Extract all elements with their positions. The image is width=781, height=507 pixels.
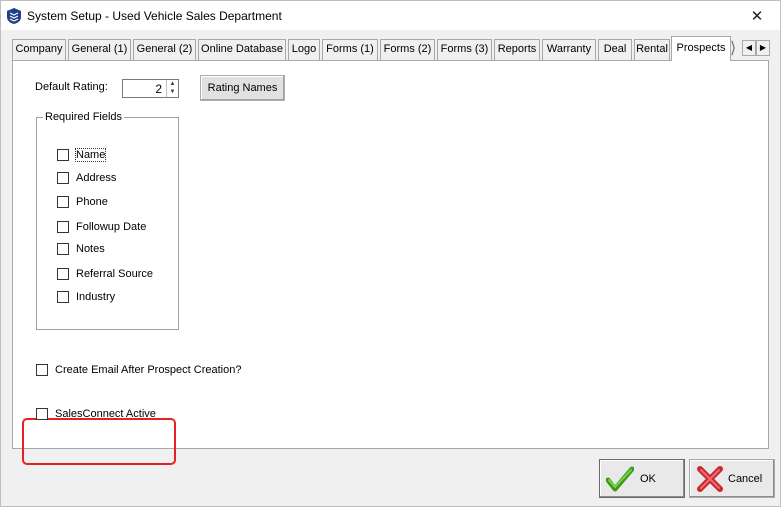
checkbox-label: Create Email After Prospect Creation? <box>55 364 242 376</box>
checkbox-label: Industry <box>76 291 116 303</box>
tab-strip: Company General (1) General (2) Online D… <box>12 36 770 61</box>
tab-forms-2[interactable]: Forms (2) <box>380 39 435 60</box>
highlight-box <box>22 418 176 465</box>
tab-scroll-left-button[interactable]: ◀ <box>742 40 756 56</box>
arrow-left-icon: ◀ <box>745 43 753 52</box>
checkbox-box[interactable] <box>57 221 69 233</box>
prospects-panel: Default Rating: 2 ▲ ▼ Rating Names Requi… <box>12 60 769 465</box>
title-bar: System Setup - Used Vehicle Sales Depart… <box>0 0 781 30</box>
checkbox-box[interactable] <box>57 172 69 184</box>
red-x-icon <box>697 466 723 492</box>
required-phone-checkbox[interactable]: Phone <box>57 195 108 209</box>
tab-scroll-right-button[interactable]: ▶ <box>756 40 770 56</box>
checkbox-label: SalesConnect Active <box>55 408 156 420</box>
app-shield-icon <box>7 8 21 24</box>
create-email-checkbox[interactable]: Create Email After Prospect Creation? <box>36 363 241 377</box>
checkbox-label: Notes <box>76 243 105 255</box>
salesconnect-active-checkbox[interactable]: SalesConnect Active <box>36 407 156 421</box>
default-rating-value[interactable]: 2 <box>155 82 162 96</box>
rating-names-button[interactable]: Rating Names <box>200 75 285 101</box>
checkmark-icon <box>606 466 634 492</box>
checkbox-box[interactable] <box>57 291 69 303</box>
spin-down-icon: ▼ <box>169 89 176 95</box>
window-title: System Setup - Used Vehicle Sales Depart… <box>27 9 282 23</box>
required-industry-checkbox[interactable]: Industry <box>57 290 115 304</box>
checkbox-box[interactable] <box>36 364 48 376</box>
checkbox-box[interactable] <box>57 243 69 255</box>
tab-rental[interactable]: Rental <box>634 39 670 60</box>
tab-reports[interactable]: Reports <box>494 39 540 60</box>
checkbox-label: Followup Date <box>76 221 147 233</box>
window-body: Company General (1) General (2) Online D… <box>0 30 781 507</box>
arrow-right-icon: ▶ <box>759 43 767 52</box>
spin-buttons: ▲ ▼ <box>166 80 178 97</box>
checkbox-box[interactable] <box>36 408 48 420</box>
spin-up-icon: ▲ <box>169 81 176 87</box>
checkbox-box[interactable] <box>57 196 69 208</box>
required-name-checkbox[interactable]: Name <box>57 148 107 162</box>
ok-label: OK <box>640 473 656 485</box>
checkbox-label: Address <box>76 172 117 184</box>
checkbox-label: Name <box>74 148 107 162</box>
tab-prospects[interactable]: Prospects <box>671 36 731 61</box>
close-icon: ✕ <box>750 8 764 25</box>
tab-logo[interactable]: Logo <box>288 39 320 60</box>
checkbox-box[interactable] <box>57 268 69 280</box>
tab-warranty[interactable]: Warranty <box>542 39 596 60</box>
tab-online-database[interactable]: Online Database <box>198 39 286 60</box>
required-notes-checkbox[interactable]: Notes <box>57 242 105 256</box>
cancel-label: Cancel <box>728 473 763 485</box>
default-rating-label: Default Rating: <box>35 81 108 93</box>
required-address-checkbox[interactable]: Address <box>57 171 116 185</box>
spin-up-button[interactable]: ▲ <box>167 80 178 88</box>
required-referral-source-checkbox[interactable]: Referral Source <box>57 267 153 281</box>
tab-deal[interactable]: Deal <box>598 39 632 60</box>
required-fields-group: Required Fields Name Address Phone Follo… <box>36 111 179 330</box>
tab-general-2[interactable]: General (2) <box>133 39 196 60</box>
required-fields-title: Required Fields <box>43 111 125 123</box>
close-button[interactable]: ✕ <box>734 1 780 31</box>
checkbox-box[interactable] <box>57 149 69 161</box>
tab-forms-1[interactable]: Forms (1) <box>322 39 378 60</box>
default-rating-spinner[interactable]: 2 ▲ ▼ <box>122 79 179 98</box>
ok-button[interactable]: OK <box>599 459 685 498</box>
checkbox-label: Phone <box>76 196 108 208</box>
tab-company[interactable]: Company <box>12 39 66 60</box>
tab-general-1[interactable]: General (1) <box>68 39 131 60</box>
cancel-button[interactable]: Cancel <box>689 459 775 498</box>
spin-down-button[interactable]: ▼ <box>167 88 178 96</box>
tab-forms-3[interactable]: Forms (3) <box>437 39 492 60</box>
required-followup-date-checkbox[interactable]: Followup Date <box>57 220 146 234</box>
checkbox-label: Referral Source <box>76 268 154 280</box>
